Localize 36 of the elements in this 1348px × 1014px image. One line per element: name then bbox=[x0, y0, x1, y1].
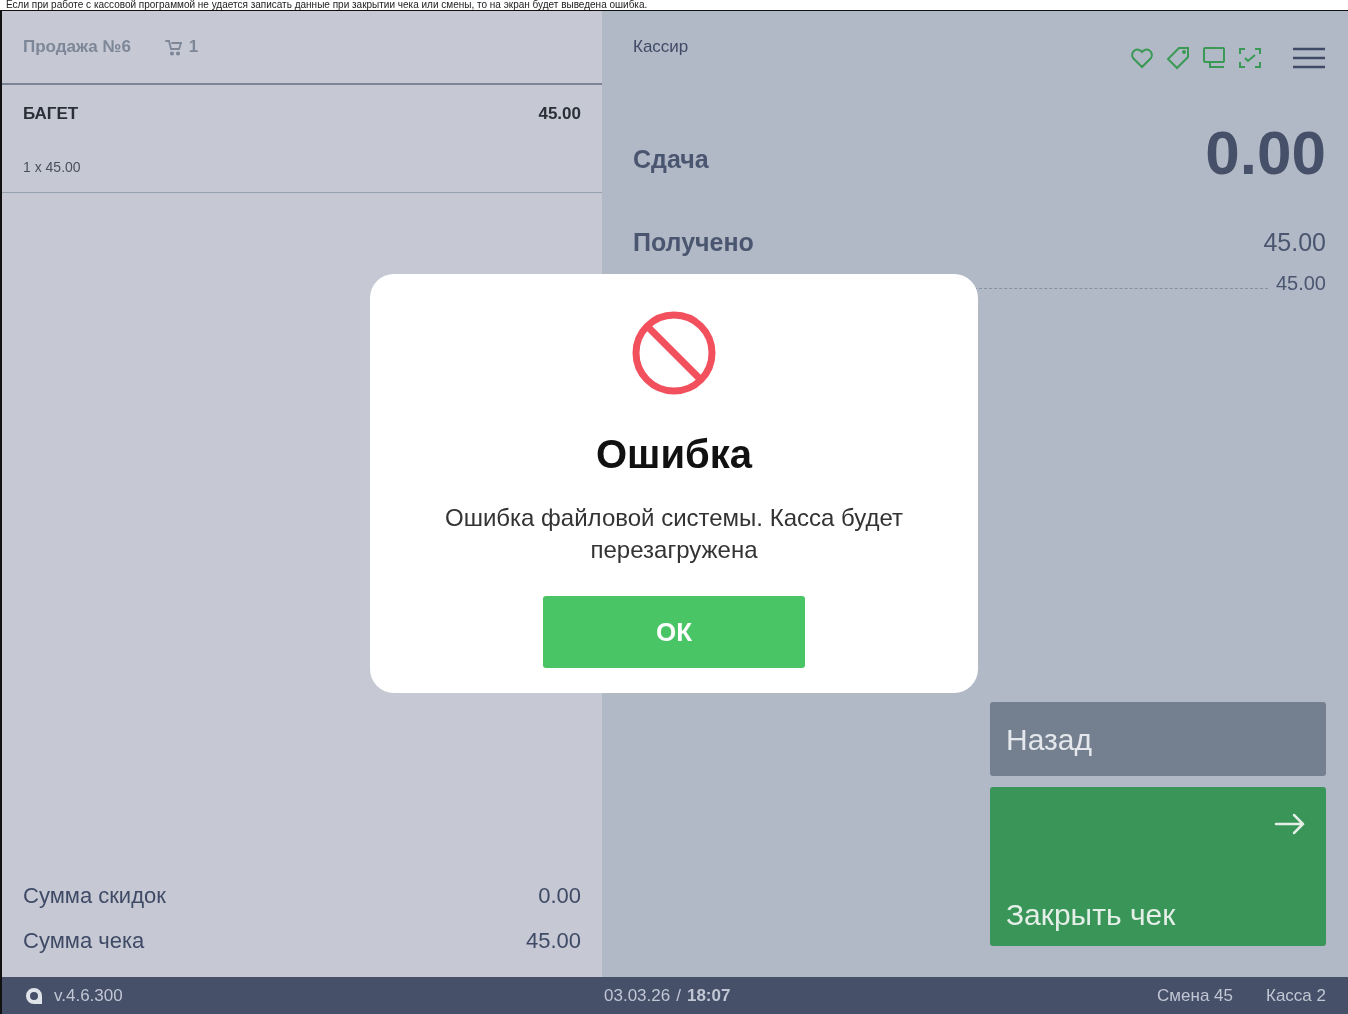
total-value: 0.00 bbox=[538, 882, 581, 910]
date-separator: / bbox=[676, 984, 681, 1007]
date-text: 03.03.26 bbox=[604, 984, 671, 1007]
total-value: 45.00 bbox=[525, 927, 581, 955]
close-receipt-button[interactable]: Закрыть чек bbox=[990, 787, 1326, 946]
item-name: БАГЕТ bbox=[23, 103, 79, 125]
heart-icon[interactable] bbox=[1130, 47, 1154, 69]
item-total: 45.00 bbox=[538, 103, 581, 125]
scan-check-icon[interactable] bbox=[1238, 46, 1262, 70]
received-sub-amount: 45.00 bbox=[1275, 270, 1326, 296]
prohibited-icon bbox=[631, 310, 717, 396]
sale-title: Продажа №6 bbox=[23, 36, 131, 59]
cashier-label: Кассир bbox=[633, 36, 689, 58]
dialog-message: Ошибка файловой системы. Касса будет перезагружена bbox=[444, 503, 904, 565]
version-text: v.4.6.300 bbox=[54, 984, 123, 1007]
time-text: 18:07 bbox=[686, 984, 731, 1007]
dialog-title: Ошибка bbox=[596, 431, 752, 478]
received-amount: 45.00 bbox=[1263, 227, 1326, 258]
logo-icon bbox=[24, 985, 44, 1006]
cart-count: 1 bbox=[188, 36, 199, 59]
register-text: Касса 2 bbox=[1266, 984, 1326, 1007]
ok-button[interactable]: ОК bbox=[543, 596, 805, 668]
total-label: Сумма скидок bbox=[23, 882, 166, 910]
tag-icon[interactable] bbox=[1166, 46, 1190, 70]
arrow-right-icon bbox=[1274, 813, 1306, 835]
menu-icon[interactable] bbox=[1292, 46, 1326, 70]
caption-text: Если при работе с кассовой программой не удается записать данные при закрытии чека или смены, то на экран будет выведена ошибка. bbox=[5, 0, 649, 10]
back-button[interactable]: Назад bbox=[990, 702, 1326, 776]
received-label: Получено bbox=[633, 227, 754, 258]
change-amount: 0.00 bbox=[1205, 122, 1326, 184]
item-quantity: 1 x 45.00 bbox=[23, 157, 82, 177]
cart-icon bbox=[164, 38, 183, 56]
total-label: Сумма чека bbox=[23, 927, 145, 955]
monitor-icon[interactable] bbox=[1202, 46, 1226, 70]
change-label: Сдача bbox=[633, 143, 709, 175]
shift-text: Смена 45 bbox=[1157, 984, 1233, 1007]
